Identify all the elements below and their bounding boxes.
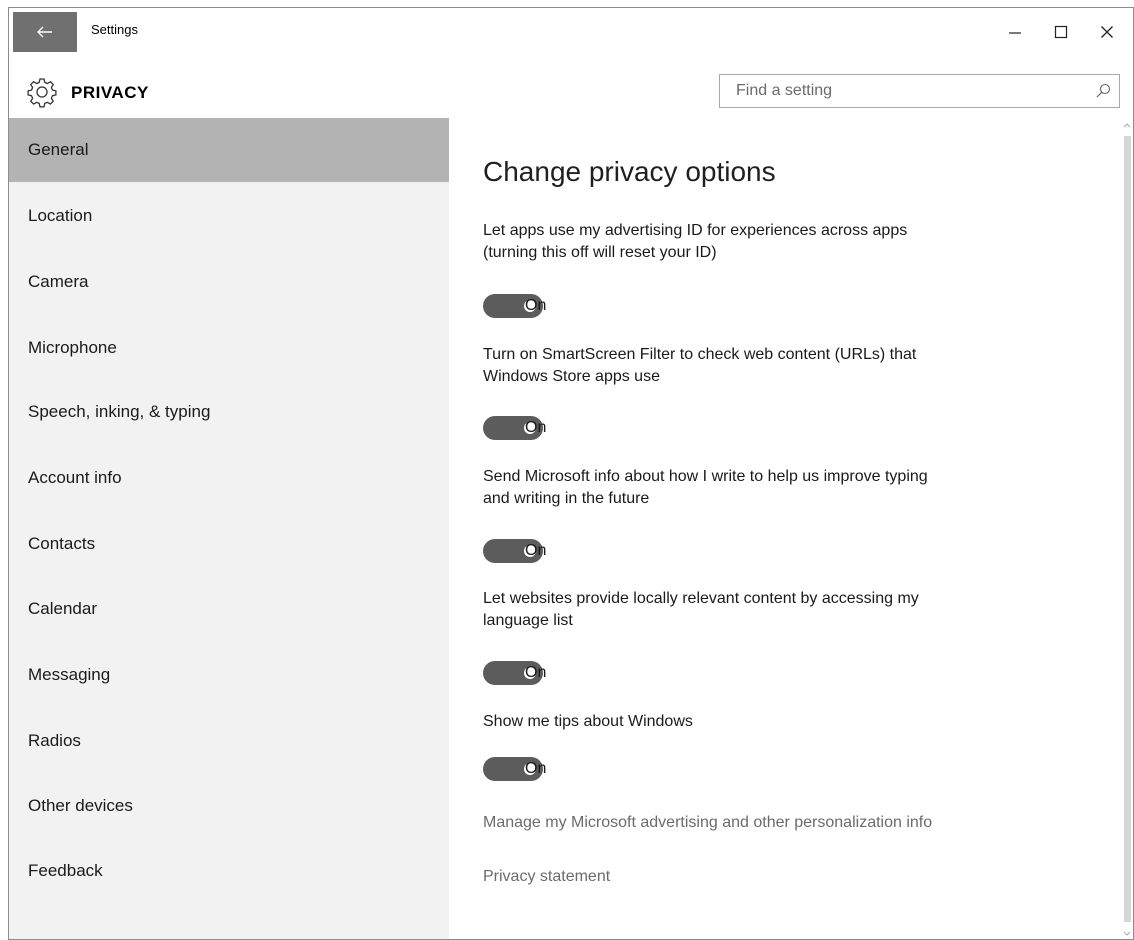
toggle-state-label: On (525, 760, 547, 777)
setting-label-line: Let websites provide locally relevant co… (483, 590, 919, 607)
sidebar-item-feedback[interactable]: Feedback (9, 839, 449, 903)
back-button[interactable] (13, 12, 77, 52)
scroll-thumb[interactable] (1124, 136, 1131, 922)
search-box[interactable] (719, 74, 1120, 108)
sidebar-item-other-devices[interactable]: Other devices (9, 774, 449, 838)
scroll-up-arrow-icon[interactable] (1122, 120, 1132, 130)
setting-label-line: Let apps use my advertising ID for exper… (483, 222, 908, 239)
sidebar-item-general[interactable]: General (9, 118, 449, 182)
minimize-button[interactable] (993, 14, 1037, 50)
content-scrollbar[interactable] (1121, 118, 1133, 939)
main-content: Change privacy options Let apps use my a… (449, 118, 1133, 939)
maximize-button[interactable] (1039, 14, 1083, 50)
back-arrow-icon (37, 26, 52, 38)
window-title: Settings (91, 22, 138, 37)
setting-label-line: Send Microsoft info about how I write to… (483, 468, 928, 485)
toggle-state-label: On (525, 664, 547, 681)
sidebar-item-radios[interactable]: Radios (9, 709, 449, 773)
page-title: PRIVACY (71, 83, 149, 102)
sidebar-item-location[interactable]: Location (9, 184, 449, 248)
setting-label: Let apps use my advertising ID for exper… (483, 220, 1083, 264)
toggle-state-label: On (525, 542, 547, 559)
minimize-icon (1009, 32, 1021, 34)
setting-label-line: Windows Store apps use (483, 368, 660, 385)
sidebar-item-camera[interactable]: Camera (9, 250, 449, 314)
gear-icon (27, 78, 57, 108)
privacy-statement-link[interactable]: Privacy statement (483, 868, 610, 886)
setting-label: Turn on SmartScreen Filter to check web … (483, 344, 1083, 388)
setting-label-line: (turning this off will reset your ID) (483, 244, 717, 261)
sidebar-item-messaging[interactable]: Messaging (9, 643, 449, 707)
settings-window: Settings PRIVACY Find a setting General … (8, 7, 1134, 940)
page-header: PRIVACY (9, 66, 1133, 118)
search-input[interactable] (720, 75, 1096, 107)
title-bar: Settings (9, 8, 1133, 56)
setting-label-line: and writing in the future (483, 490, 650, 507)
sidebar-item-account-info[interactable]: Account info (9, 446, 449, 510)
setting-label-line: language list (483, 612, 573, 629)
setting-label-line: Turn on SmartScreen Filter to check web … (483, 346, 917, 363)
toggle-state-label: On (525, 297, 547, 314)
sidebar-item-speech-inking-typing[interactable]: Speech, inking, & typing (9, 380, 449, 444)
close-button[interactable] (1085, 14, 1129, 50)
sidebar-item-calendar[interactable]: Calendar (9, 577, 449, 641)
search-icon[interactable] (1095, 83, 1111, 99)
close-icon (1101, 26, 1113, 38)
scroll-down-arrow-icon[interactable] (1122, 929, 1132, 939)
sidebar-item-microphone[interactable]: Microphone (9, 316, 449, 380)
toggle-state-label: On (525, 419, 547, 436)
setting-label-line: Show me tips about Windows (483, 713, 693, 730)
section-title: Change privacy options (483, 156, 776, 187)
setting-label: Show me tips about Windows (483, 711, 1083, 733)
sidebar-item-contacts[interactable]: Contacts (9, 512, 449, 576)
sidebar-nav: General Location Camera Microphone Speec… (9, 118, 449, 939)
maximize-icon (1054, 25, 1068, 39)
setting-label: Let websites provide locally relevant co… (483, 588, 1083, 632)
setting-label: Send Microsoft info about how I write to… (483, 466, 1083, 510)
manage-advertising-link[interactable]: Manage my Microsoft advertising and othe… (483, 814, 932, 832)
